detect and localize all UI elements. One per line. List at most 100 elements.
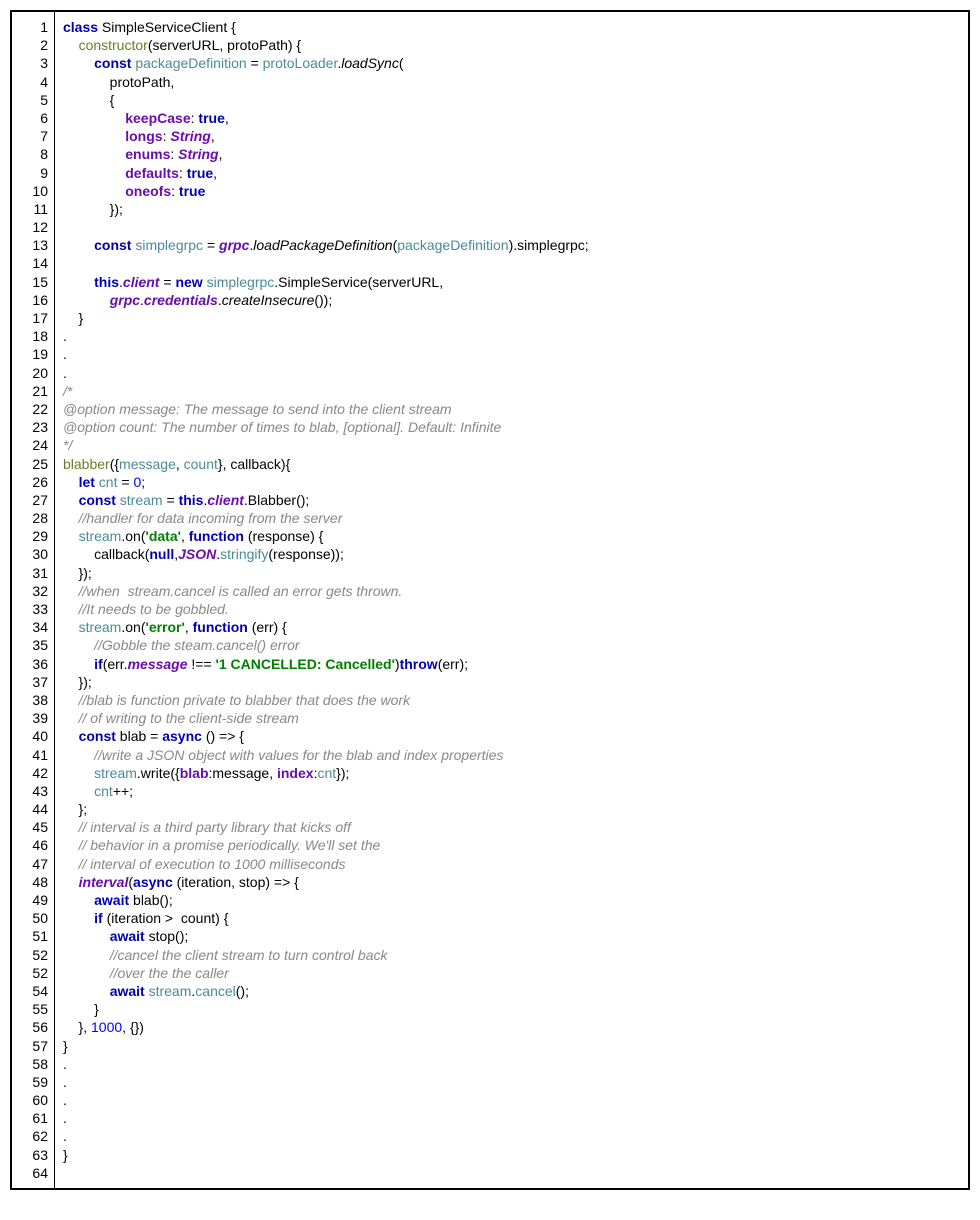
line-number: 30 — [12, 545, 48, 563]
line-number: 31 — [12, 564, 48, 582]
line-number: 20 — [12, 364, 48, 382]
code-line: //when stream.cancel is called an error … — [63, 582, 960, 600]
line-number: 32 — [12, 582, 48, 600]
line-number: 37 — [12, 673, 48, 691]
code-line — [63, 1164, 960, 1182]
line-number: 59 — [12, 1073, 48, 1091]
code-line: . — [63, 345, 960, 363]
code-line: await stream.cancel(); — [63, 982, 960, 1000]
code-line: this.client = new simplegrpc.SimpleServi… — [63, 273, 960, 291]
code-line: . — [63, 1127, 960, 1145]
code-line: constructor(serverURL, protoPath) { — [63, 36, 960, 54]
line-number: 10 — [12, 182, 48, 200]
code-line: keepCase: true, — [63, 109, 960, 127]
line-number: 54 — [12, 982, 48, 1000]
code-line: @option count: The number of times to bl… — [63, 418, 960, 436]
line-number: 38 — [12, 691, 48, 709]
line-number: 52 — [12, 964, 48, 982]
code-line: // of writing to the client-side stream — [63, 709, 960, 727]
line-number: 48 — [12, 873, 48, 891]
code-line: const blab = async () => { — [63, 727, 960, 745]
line-number: 57 — [12, 1037, 48, 1055]
code-line: callback(null,JSON.stringify(response)); — [63, 545, 960, 563]
line-number: 17 — [12, 309, 48, 327]
line-number: 1 — [12, 18, 48, 36]
code-line: //blab is function private to blabber th… — [63, 691, 960, 709]
code-line: class SimpleServiceClient { — [63, 18, 960, 36]
line-number: 62 — [12, 1127, 48, 1145]
line-number: 11 — [12, 200, 48, 218]
line-number: 21 — [12, 382, 48, 400]
line-number: 46 — [12, 836, 48, 854]
code-line — [63, 218, 960, 236]
code-line: interval(async (iteration, stop) => { — [63, 873, 960, 891]
code-line: protoPath, — [63, 73, 960, 91]
line-number: 13 — [12, 236, 48, 254]
line-number: 55 — [12, 1000, 48, 1018]
line-number: 33 — [12, 600, 48, 618]
code-line: await stop(); — [63, 927, 960, 945]
line-number: 27 — [12, 491, 48, 509]
line-number: 9 — [12, 164, 48, 182]
code-line: // behavior in a promise periodically. W… — [63, 836, 960, 854]
line-number: 19 — [12, 345, 48, 363]
code-line: const simplegrpc = grpc.loadPackageDefin… — [63, 236, 960, 254]
code-line: }); — [63, 200, 960, 218]
code-line: cnt++; — [63, 782, 960, 800]
code-line: . — [63, 1055, 960, 1073]
code-line: //Gobble the steam.cancel() error — [63, 636, 960, 654]
line-number: 14 — [12, 254, 48, 272]
code-line: longs: String, — [63, 127, 960, 145]
code-line: let cnt = 0; — [63, 473, 960, 491]
line-number: 50 — [12, 909, 48, 927]
line-number: 25 — [12, 455, 48, 473]
code-line: const packageDefinition = protoLoader.lo… — [63, 54, 960, 72]
line-number: 22 — [12, 400, 48, 418]
code-line: }); — [63, 673, 960, 691]
line-number: 52 — [12, 946, 48, 964]
line-number: 29 — [12, 527, 48, 545]
line-number: 39 — [12, 709, 48, 727]
code-line: . — [63, 327, 960, 345]
code-line: . — [63, 364, 960, 382]
code-line: blabber({message, count}, callback){ — [63, 455, 960, 473]
code-line: */ — [63, 436, 960, 454]
code-line — [63, 254, 960, 272]
code-line: defaults: true, — [63, 164, 960, 182]
line-number: 60 — [12, 1091, 48, 1109]
line-number: 45 — [12, 818, 48, 836]
code-line: }; — [63, 800, 960, 818]
line-number: 40 — [12, 727, 48, 745]
code-line: stream.on('data', function (response) { — [63, 527, 960, 545]
code-line: if (iteration > count) { — [63, 909, 960, 927]
code-line: enums: String, — [63, 145, 960, 163]
code-line: stream.write({blab:message, index:cnt}); — [63, 764, 960, 782]
code-listing: 1234567891011121314151617181920212223242… — [10, 10, 970, 1190]
line-number: 47 — [12, 855, 48, 873]
code-line: }, 1000, {}) — [63, 1018, 960, 1036]
code-line: //It needs to be gobbled. — [63, 600, 960, 618]
line-number: 28 — [12, 509, 48, 527]
code-line: } — [63, 1037, 960, 1055]
line-number: 64 — [12, 1164, 48, 1182]
code-line: //write a JSON object with values for th… — [63, 746, 960, 764]
line-number: 5 — [12, 91, 48, 109]
code-line: await blab(); — [63, 891, 960, 909]
line-number: 6 — [12, 109, 48, 127]
code-line: if(err.message !== '1 CANCELLED: Cancell… — [63, 655, 960, 673]
line-number: 34 — [12, 618, 48, 636]
line-number: 36 — [12, 655, 48, 673]
line-number: 58 — [12, 1055, 48, 1073]
line-number: 23 — [12, 418, 48, 436]
code-line: } — [63, 1146, 960, 1164]
code-line: } — [63, 1000, 960, 1018]
code-line: { — [63, 91, 960, 109]
line-number: 24 — [12, 436, 48, 454]
line-number: 4 — [12, 73, 48, 91]
code-line: //cancel the client stream to turn contr… — [63, 946, 960, 964]
line-number: 18 — [12, 327, 48, 345]
line-number: 3 — [12, 54, 48, 72]
code-line: . — [63, 1109, 960, 1127]
line-number: 61 — [12, 1109, 48, 1127]
code-line: } — [63, 309, 960, 327]
